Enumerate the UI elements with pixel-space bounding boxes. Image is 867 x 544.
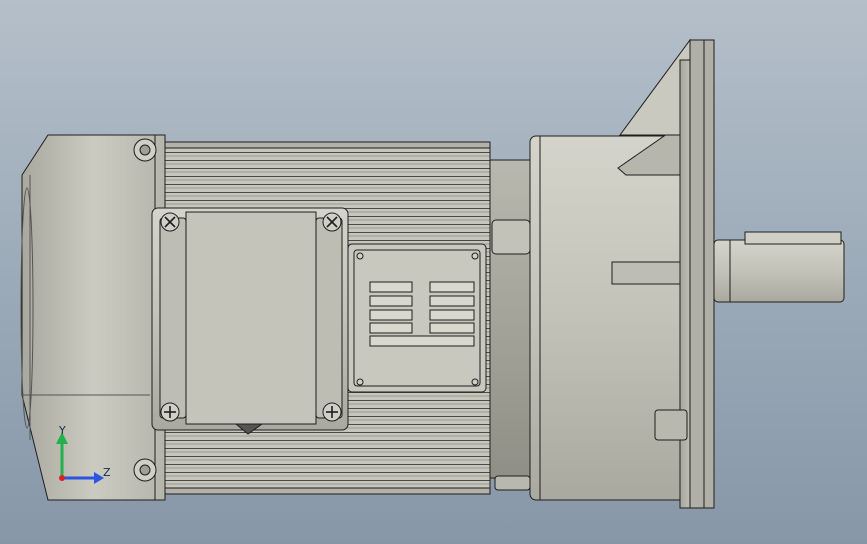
coupling-ring bbox=[489, 159, 533, 479]
gear-motor-model[interactable] bbox=[0, 0, 867, 544]
gearbox-housing bbox=[529, 135, 689, 501]
triad-axis-y-label: Y bbox=[59, 424, 66, 437]
cad-viewport[interactable]: Y Z bbox=[0, 0, 867, 544]
end-cap bbox=[21, 134, 166, 501]
output-shaft bbox=[713, 239, 845, 303]
triad-axis-z-label: Z bbox=[103, 466, 111, 479]
